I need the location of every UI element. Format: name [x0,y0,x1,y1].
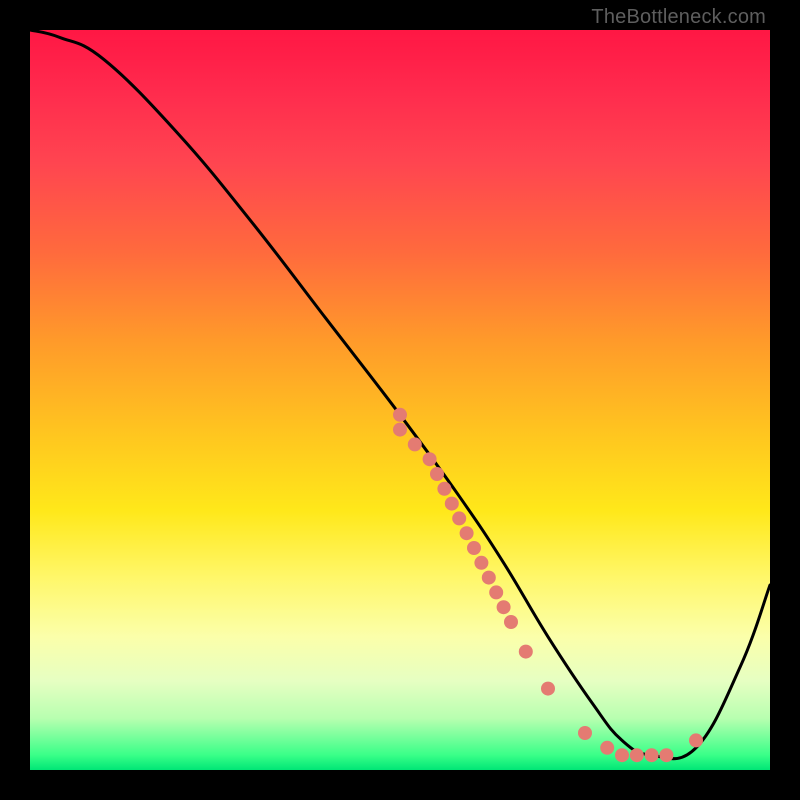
marker-point [600,741,614,755]
plot-area [30,30,770,770]
marker-point [689,733,703,747]
marker-point [630,748,644,762]
marker-point [408,437,422,451]
attribution-label: TheBottleneck.com [591,6,766,29]
marker-point [474,556,488,570]
marker-point [489,585,503,599]
marker-point [645,748,659,762]
marker-point [393,408,407,422]
marker-point [445,497,459,511]
marker-point [578,726,592,740]
marker-point [393,423,407,437]
bottleneck-curve [30,30,770,759]
marker-point [504,615,518,629]
chart-frame: TheBottleneck.com [0,0,800,800]
marker-point [659,748,673,762]
marker-point [541,682,555,696]
marker-point [430,467,444,481]
marker-point [437,482,451,496]
chart-svg [30,30,770,770]
marker-point [452,511,466,525]
marker-point [497,600,511,614]
marker-point [519,645,533,659]
marker-point [482,571,496,585]
marker-point [423,452,437,466]
marker-point [467,541,481,555]
markers-group [393,408,703,762]
marker-point [460,526,474,540]
marker-point [615,748,629,762]
